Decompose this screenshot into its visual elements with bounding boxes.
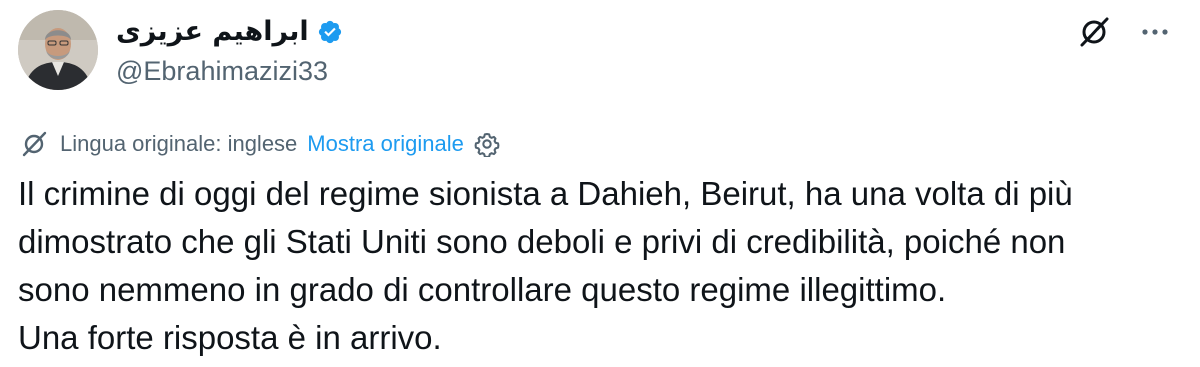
- tweet-text-line: sono nemmeno in grado di controllare que…: [18, 271, 947, 308]
- tweet-text-line: dimostrato che gli Stati Uniti sono debo…: [18, 223, 1066, 260]
- tweet-text-line: Una forte risposta è in arrivo.: [18, 319, 442, 356]
- translation-language-label: Lingua originale: inglese: [60, 131, 298, 156]
- author-handle[interactable]: @Ebrahimazizi33: [116, 54, 328, 88]
- verified-badge-icon[interactable]: [317, 19, 343, 45]
- translate-icon: [22, 131, 47, 157]
- show-original-link[interactable]: Mostra originale: [307, 127, 464, 161]
- author-name-row: ابراهیم عزیزی: [116, 14, 343, 50]
- grok-icon[interactable]: [1076, 14, 1112, 50]
- more-horizontal-icon[interactable]: [1138, 15, 1172, 49]
- translation-bar: Lingua originale: inglese Mostra origina…: [20, 127, 500, 161]
- tweet-text-line: Il crimine di oggi del regime sionista a…: [18, 175, 1073, 212]
- tweet: ابراهیم عزیزی @Ebrahimazizi33 Lingua ori…: [0, 0, 1200, 367]
- tweet-actions: [1076, 14, 1172, 50]
- avatar[interactable]: [18, 10, 98, 90]
- tweet-text: Il crimine di oggi del regime sionista a…: [18, 170, 1188, 362]
- settings-gear-icon[interactable]: [474, 131, 500, 157]
- author-display-name[interactable]: ابراهیم عزیزی: [116, 14, 309, 50]
- avatar-image: [18, 10, 98, 90]
